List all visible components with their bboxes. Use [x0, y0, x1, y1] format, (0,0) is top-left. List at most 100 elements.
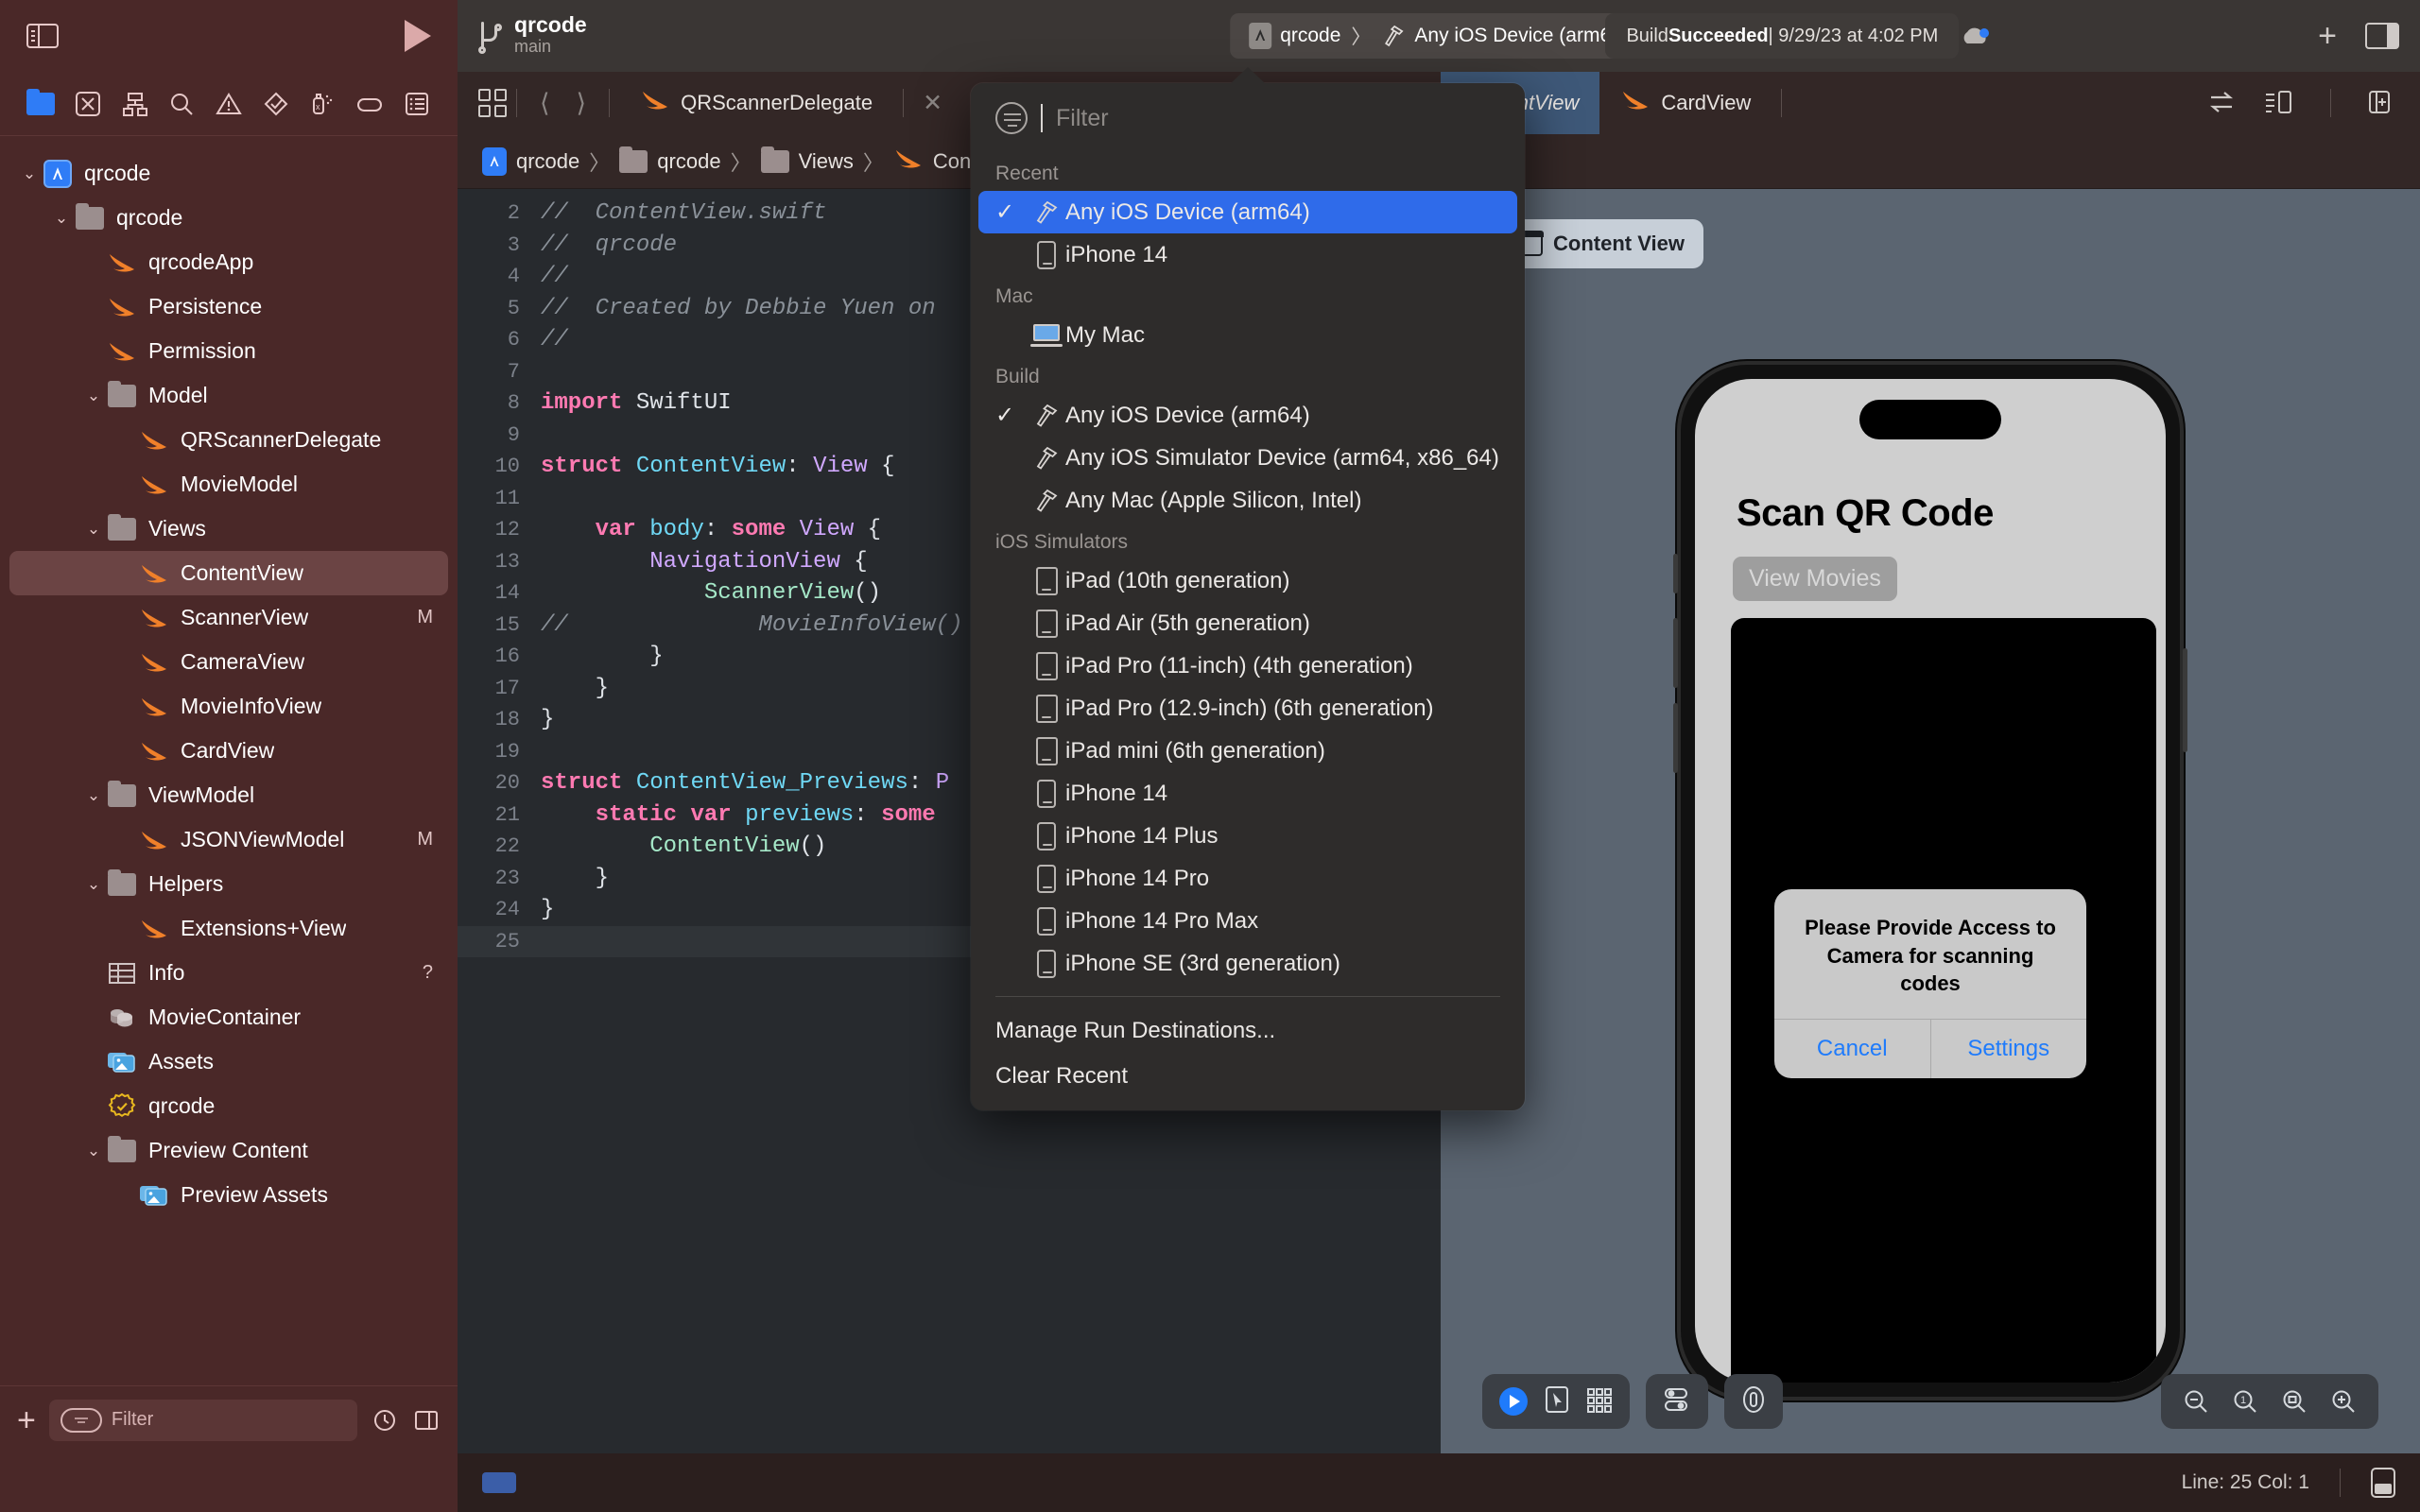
dropdown-item-any-ios-simulator-device-arm64-x86-64-[interactable]: Any iOS Simulator Device (arm64, x86_64) [971, 437, 1525, 479]
dropdown-item-iphone-14-pro[interactable]: iPhone 14 Pro [971, 857, 1525, 900]
dropdown-item-ipad-10th-generation-[interactable]: iPad (10th generation) [971, 559, 1525, 602]
dropdown-item-ipad-pro-11-inch-4th-generation-[interactable]: iPad Pro (11-inch) (4th generation) [971, 644, 1525, 687]
xcode-project-icon[interactable] [74, 90, 102, 118]
tab-cardview[interactable]: CardView [1599, 72, 1772, 134]
dropdown-item-iphone-se-3rd-generation-[interactable]: iPhone SE (3rd generation) [971, 942, 1525, 985]
dropdown-action-manage-run-destinations-[interactable]: Manage Run Destinations... [971, 1008, 1525, 1054]
variants-icon[interactable] [1586, 1386, 1613, 1418]
build-status[interactable]: Build Succeeded | 9/29/23 at 4:02 PM [1605, 13, 1960, 59]
navigator-item-extensions-view[interactable]: ⌄Extensions+View [0, 906, 458, 951]
pointer-icon[interactable] [1544, 1385, 1570, 1418]
dropdown-item-ipad-mini-6th-generation-[interactable]: iPad mini (6th generation) [971, 730, 1525, 772]
navigator-item-viewmodel[interactable]: ⌄ ViewModel [0, 773, 458, 817]
dropdown-item-any-mac-apple-silicon-intel-[interactable]: Any Mac (Apple Silicon, Intel) [971, 479, 1525, 522]
tag-icon[interactable] [355, 90, 384, 118]
swift-icon [106, 291, 138, 323]
navigator-item-views[interactable]: ⌄ Views [0, 507, 458, 551]
folder-icon[interactable] [26, 88, 55, 118]
dropdown-item-iphone-14-plus[interactable]: iPhone 14 Plus [971, 815, 1525, 857]
navigator-item-helpers[interactable]: ⌄ Helpers [0, 862, 458, 906]
navigator-item-scannerview[interactable]: ⌄ScannerViewM [0, 595, 458, 640]
navigator-item-cardview[interactable]: ⌄CardView [0, 729, 458, 773]
zoom-in-icon[interactable] [2329, 1387, 2358, 1416]
disclosure-triangle-icon[interactable]: ⌄ [81, 1142, 106, 1160]
view-movies-button[interactable]: View Movies [1733, 557, 1897, 601]
navigator-item-model[interactable]: ⌄ Model [0, 373, 458, 418]
dropdown-action-clear-recent[interactable]: Clear Recent [971, 1054, 1525, 1099]
add-button[interactable]: + [2318, 20, 2337, 52]
sidebar-toggle-icon[interactable] [26, 24, 59, 48]
swap-editors-icon[interactable] [2207, 89, 2239, 117]
search-icon[interactable] [167, 90, 196, 118]
run-button[interactable] [405, 20, 431, 52]
navigator-item-preview-content[interactable]: ⌄ Preview Content [0, 1128, 458, 1173]
disclosure-triangle-icon[interactable]: ⌄ [81, 875, 106, 894]
navigator-item-permission[interactable]: ⌄Permission [0, 329, 458, 373]
navigator-item-jsonviewmodel[interactable]: ⌄JSONViewModelM [0, 817, 458, 862]
navigator-item-qrcodeapp[interactable]: ⌄qrcodeApp [0, 240, 458, 284]
play-icon[interactable] [1499, 1387, 1528, 1416]
inspector-toggle-icon[interactable] [2365, 22, 2399, 50]
navigator-item-info[interactable]: ⌄Info? [0, 951, 458, 995]
clock-icon[interactable] [371, 1406, 399, 1435]
layout-icon[interactable] [412, 1406, 441, 1435]
zoom-actual-icon[interactable]: 1 [2231, 1387, 2259, 1416]
navigator-item-qrcode[interactable]: ⌄qrcode [0, 1084, 458, 1128]
cloud-icon[interactable] [1959, 25, 1991, 47]
navigator-item-qrcode[interactable]: ⌄qrcode [0, 196, 458, 240]
orientation-icon[interactable] [1741, 1385, 1766, 1418]
dropdown-item-ipad-pro-12-9-inch-6th-generation-[interactable]: iPad Pro (12.9-inch) (6th generation) [971, 687, 1525, 730]
disclosure-triangle-icon[interactable]: ⌄ [81, 786, 106, 805]
zoom-out-icon[interactable] [2182, 1387, 2210, 1416]
navigator-filter-input[interactable]: Filter [48, 1399, 357, 1441]
hierarchy-icon[interactable] [121, 90, 149, 118]
breadcrumb-item-2[interactable]: Views [799, 149, 854, 174]
multi-editor-icon[interactable] [478, 89, 507, 117]
scheme-destination-selector[interactable]: qrcode 〉 Any iOS Device (arm64) [1230, 13, 1648, 59]
disclosure-triangle-icon[interactable]: ⌄ [49, 209, 74, 228]
zoom-fit-icon[interactable] [2280, 1387, 2308, 1416]
warning-icon[interactable] [215, 90, 243, 118]
alert-settings-button[interactable]: Settings [1931, 1020, 2087, 1078]
laptop-icon [1028, 323, 1065, 347]
dropdown-item-any-ios-device-arm64-[interactable]: ✓ Any iOS Device (arm64) [978, 191, 1517, 233]
navigator-item-moviemodel[interactable]: ⌄MovieModel [0, 462, 458, 507]
forward-button[interactable]: ⟩ [563, 89, 600, 118]
navigator-item-assets[interactable]: ⌄Assets [0, 1040, 458, 1084]
dropdown-item-ipad-air-5th-generation-[interactable]: iPad Air (5th generation) [971, 602, 1525, 644]
dropdown-item-iphone-14[interactable]: iPhone 14 [971, 772, 1525, 815]
device-preview[interactable]: Scan QR Code View Movies Please Provide … [1673, 361, 2187, 1400]
breadcrumb-item-0[interactable]: qrcode [516, 149, 579, 174]
editor-tab-qrscannerdelegate[interactable]: QRScannerDelegate [619, 72, 893, 134]
close-icon[interactable]: ✕ [913, 89, 952, 117]
navigator-item-contentview[interactable]: ⌄ContentView [9, 551, 448, 595]
navigator-item-persistence[interactable]: ⌄Persistence [0, 284, 458, 329]
navigator-item-qrcode[interactable]: ⌄qrcode [0, 151, 458, 196]
dropdown-item-my-mac[interactable]: My Mac [971, 314, 1525, 356]
navigator-item-cameraview[interactable]: ⌄CameraView [0, 640, 458, 684]
dropdown-item-iphone-14-pro-max[interactable]: iPhone 14 Pro Max [971, 900, 1525, 942]
navigator-item-qrscannerdelegate[interactable]: ⌄QRScannerDelegate [0, 418, 458, 462]
device-indicator-icon[interactable] [2371, 1468, 2395, 1498]
test-diamond-icon[interactable] [262, 90, 290, 118]
report-icon[interactable] [403, 90, 431, 118]
minimap-icon[interactable] [2264, 89, 2296, 117]
preview-name-chip[interactable]: Content View [1501, 219, 1703, 268]
project-branch-group[interactable]: qrcode main [478, 13, 587, 59]
dropdown-item-any-ios-device-arm64-[interactable]: ✓ Any iOS Device (arm64) [971, 394, 1525, 437]
navigator-item-movieinfoview[interactable]: ⌄MovieInfoView [0, 684, 458, 729]
navigator-item-preview-assets[interactable]: ⌄Preview Assets [0, 1173, 458, 1217]
disclosure-triangle-icon[interactable]: ⌄ [81, 520, 106, 539]
add-file-button[interactable]: + [17, 1404, 36, 1436]
dropdown-item-iphone-14[interactable]: iPhone 14 [971, 233, 1525, 276]
alert-cancel-button[interactable]: Cancel [1774, 1020, 1931, 1079]
debug-icon[interactable]: x [309, 90, 337, 118]
breadcrumb-item-1[interactable]: qrcode [657, 149, 720, 174]
add-editor-icon[interactable] [2365, 89, 2397, 117]
disclosure-triangle-icon[interactable]: ⌄ [81, 387, 106, 405]
back-button[interactable]: ⟨ [527, 89, 563, 118]
disclosure-triangle-icon[interactable]: ⌄ [17, 164, 42, 183]
navigator-item-moviecontainer[interactable]: ⌄MovieContainer [0, 995, 458, 1040]
dropdown-filter-row[interactable]: Filter [971, 83, 1525, 153]
device-settings-icon[interactable] [1663, 1386, 1691, 1418]
